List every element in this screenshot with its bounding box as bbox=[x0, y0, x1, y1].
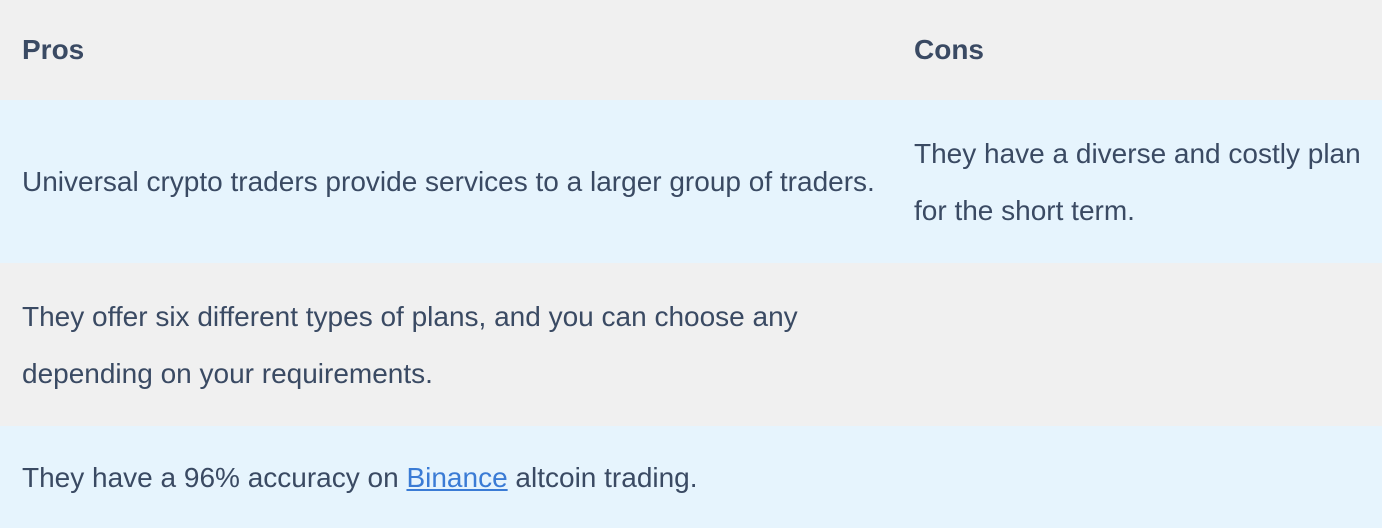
pros-header: Pros bbox=[22, 34, 85, 65]
pros-cell: They have a 96% accuracy on Binance altc… bbox=[0, 426, 892, 528]
cons-cell bbox=[892, 263, 1382, 426]
pros-text-after: altcoin trading. bbox=[507, 461, 698, 493]
cons-header: Cons bbox=[914, 34, 984, 65]
pros-cell: Universal crypto traders provide service… bbox=[22, 166, 875, 197]
table-header-row: Pros Cons bbox=[0, 0, 1382, 100]
table-row: They offer six different types of plans,… bbox=[0, 263, 1382, 426]
pros-cell: They offer six different types of plans,… bbox=[22, 300, 798, 389]
pros-cons-table: Pros Cons Universal crypto traders provi… bbox=[0, 0, 1382, 528]
table-row: Universal crypto traders provide service… bbox=[0, 100, 1382, 263]
table-row: They have a 96% accuracy on Binance altc… bbox=[0, 426, 1382, 528]
cons-cell: They have a diverse and costly plan for … bbox=[914, 137, 1361, 226]
binance-link[interactable]: Binance bbox=[406, 462, 507, 493]
cons-cell bbox=[892, 426, 1382, 528]
pros-text-before: They have a 96% accuracy on bbox=[22, 461, 407, 493]
